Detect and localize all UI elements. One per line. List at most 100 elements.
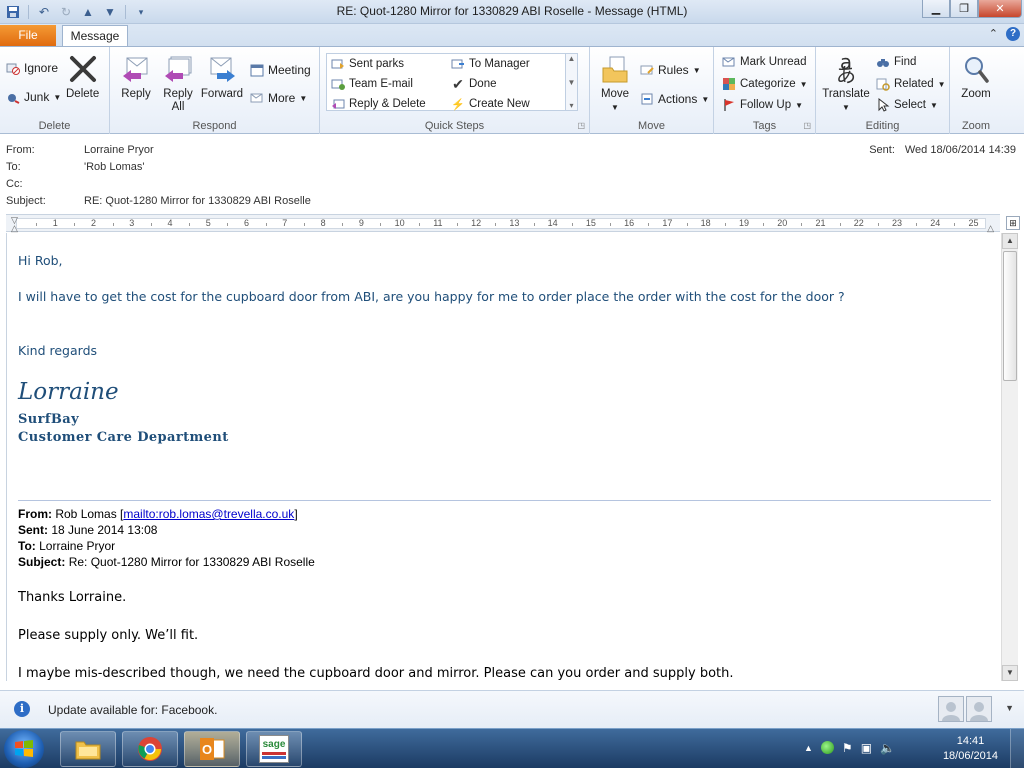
clock[interactable]: 14:41 18/06/2014 bbox=[943, 734, 998, 764]
tab-file[interactable]: File bbox=[0, 25, 56, 46]
group-label: Respond bbox=[192, 120, 237, 132]
ruler-number: 17 bbox=[662, 218, 673, 228]
ruler-number: 19 bbox=[738, 218, 749, 228]
ruler-tick bbox=[763, 223, 765, 226]
status-green-icon[interactable] bbox=[820, 741, 834, 754]
mark-unread-icon bbox=[722, 55, 736, 69]
quoted-text: Thanks Lorraine. bbox=[18, 590, 127, 605]
original-sent: Sent: 18 June 2014 13:08 bbox=[18, 523, 158, 537]
actions-button[interactable]: Actions ▼ bbox=[640, 92, 709, 106]
tab-message[interactable]: Message bbox=[62, 25, 128, 47]
scroll-down-icon[interactable]: ▼ bbox=[568, 78, 576, 87]
reply-delete-icon bbox=[331, 97, 345, 111]
indent-marker-icon[interactable]: ▽ △ bbox=[11, 216, 18, 233]
show-desktop-button[interactable] bbox=[1010, 729, 1024, 768]
svg-text:O: O bbox=[202, 742, 212, 757]
scrollbar-thumb[interactable] bbox=[1003, 251, 1017, 381]
quick-step-to-manager[interactable]: To Manager bbox=[451, 57, 530, 71]
quick-step-done[interactable]: ✔ Done bbox=[451, 76, 496, 92]
flag-icon[interactable]: ⚑ bbox=[842, 741, 853, 755]
reply-all-icon bbox=[162, 53, 194, 85]
mark-unread-button[interactable]: Mark Unread bbox=[722, 55, 806, 69]
translate-button[interactable]: aあ Translate ▼ bbox=[822, 52, 870, 114]
categorize-button[interactable]: Categorize ▼ bbox=[722, 77, 808, 91]
dialog-launcher-icon[interactable]: ◳ bbox=[803, 121, 811, 130]
scroll-up-icon[interactable]: ▲ bbox=[568, 54, 576, 63]
reply-button[interactable]: Reply bbox=[120, 53, 152, 101]
zoom-button[interactable]: Zoom bbox=[958, 53, 994, 101]
chevron-down-icon: ▼ bbox=[929, 100, 938, 110]
scroll-up-arrow-icon[interactable]: ▲ bbox=[1002, 233, 1018, 249]
taskbar-chrome[interactable] bbox=[122, 731, 178, 767]
quick-step-team-email[interactable]: Team E-mail bbox=[331, 77, 413, 91]
taskbar-explorer[interactable] bbox=[60, 731, 116, 767]
forward-button[interactable]: Forward bbox=[200, 53, 244, 101]
taskbar-sage[interactable]: sage bbox=[246, 731, 302, 767]
flag-icon bbox=[722, 98, 736, 112]
ruler-number: 7 bbox=[282, 218, 288, 228]
dialog-launcher-icon[interactable]: ◳ bbox=[577, 121, 585, 130]
ruler-tick bbox=[610, 223, 612, 226]
select-button[interactable]: Select ▼ bbox=[876, 98, 938, 112]
delete-x-icon bbox=[67, 53, 99, 85]
ignore-button[interactable]: Ignore bbox=[6, 61, 58, 75]
avatar[interactable] bbox=[966, 696, 992, 722]
minimize-ribbon-icon[interactable]: ⌃ bbox=[989, 27, 998, 41]
from-value[interactable]: Lorraine Pryor bbox=[84, 144, 154, 156]
maximize-button[interactable]: ❐ bbox=[950, 0, 978, 18]
message-body[interactable]: Hi Rob, I will have to get the cost for … bbox=[6, 233, 1000, 681]
quick-step-create-new[interactable]: ⚡ Create New bbox=[451, 97, 530, 111]
more-respond-button[interactable]: More ▼ bbox=[250, 91, 307, 105]
chrome-icon bbox=[138, 737, 162, 761]
quick-steps-scrollbar[interactable]: ▲ ▼ ▾ bbox=[565, 54, 577, 110]
rules-button[interactable]: Rules ▼ bbox=[640, 63, 701, 77]
ruler-tick bbox=[36, 223, 38, 226]
expand-people-pane-icon[interactable]: ▼ bbox=[1005, 703, 1014, 713]
chevron-down-icon: ▼ bbox=[692, 65, 701, 75]
minimize-button[interactable]: ▁ bbox=[922, 0, 950, 18]
to-value[interactable]: 'Rob Lomas' bbox=[84, 161, 144, 173]
taskbar-outlook[interactable]: O bbox=[184, 731, 240, 767]
related-button[interactable]: Related ▼ bbox=[876, 77, 946, 91]
outlook-icon: O bbox=[200, 738, 225, 760]
update-notice[interactable]: Update available for: Facebook. bbox=[48, 703, 217, 717]
find-button[interactable]: Find bbox=[876, 55, 916, 69]
ruler-number: 8 bbox=[320, 218, 326, 228]
show-hidden-icons-icon[interactable]: ▲ bbox=[804, 743, 813, 755]
chevron-down-icon: ▼ bbox=[701, 94, 710, 104]
ignore-icon bbox=[6, 61, 20, 75]
move-button[interactable]: Move ▼ bbox=[598, 53, 632, 114]
delete-button[interactable]: Delete bbox=[66, 53, 99, 101]
more-icon bbox=[250, 91, 264, 105]
mailto-link[interactable]: mailto:rob.lomas@trevella.co.uk bbox=[123, 507, 294, 521]
expand-gallery-icon[interactable]: ▾ bbox=[569, 101, 573, 110]
view-ruler-icon[interactable]: ⊞ bbox=[1006, 216, 1020, 230]
junk-icon bbox=[6, 90, 20, 104]
ruler-tick bbox=[265, 223, 267, 226]
close-button[interactable]: ✕ bbox=[978, 0, 1022, 18]
ruler-number: 6 bbox=[244, 218, 250, 228]
help-icon[interactable]: ? bbox=[1006, 27, 1020, 41]
junk-button[interactable]: Junk ▼ bbox=[6, 90, 61, 104]
scroll-down-arrow-icon[interactable]: ▼ bbox=[1002, 665, 1018, 681]
ruler[interactable]: 1 2 3 4 5 6 7 8 9 10 11 12 13 14 15 16 17 18 19 20 21 22 23 24 2… bbox=[6, 214, 1000, 233]
message-headers: From: Lorraine Pryor To: 'Rob Lomas' Cc: S… bbox=[0, 135, 1024, 213]
ruler-tick bbox=[686, 223, 688, 226]
quick-step-reply-delete[interactable]: Reply & Delete bbox=[331, 97, 426, 111]
clock-date: 18/06/2014 bbox=[942, 750, 998, 762]
group-label: Tags bbox=[752, 120, 777, 132]
ruler-tick bbox=[150, 223, 152, 226]
quick-step-sent-parks[interactable]: Sent parks bbox=[331, 57, 404, 71]
start-button[interactable] bbox=[4, 730, 44, 768]
meeting-button[interactable]: Meeting bbox=[250, 63, 311, 77]
ruler-number: 9 bbox=[358, 218, 364, 228]
avatar[interactable] bbox=[938, 696, 964, 722]
magnifier-icon bbox=[960, 53, 992, 85]
follow-up-button[interactable]: Follow Up ▼ bbox=[722, 98, 803, 112]
ruler-number: 4 bbox=[167, 218, 173, 228]
ruler-number: 25 bbox=[968, 218, 979, 228]
volume-icon[interactable]: 🔈 bbox=[880, 741, 895, 755]
network-icon[interactable]: ▣ bbox=[861, 741, 872, 755]
vertical-scrollbar[interactable]: ▲ ▼ bbox=[1001, 233, 1018, 681]
reply-all-button[interactable]: Reply All bbox=[160, 53, 196, 114]
